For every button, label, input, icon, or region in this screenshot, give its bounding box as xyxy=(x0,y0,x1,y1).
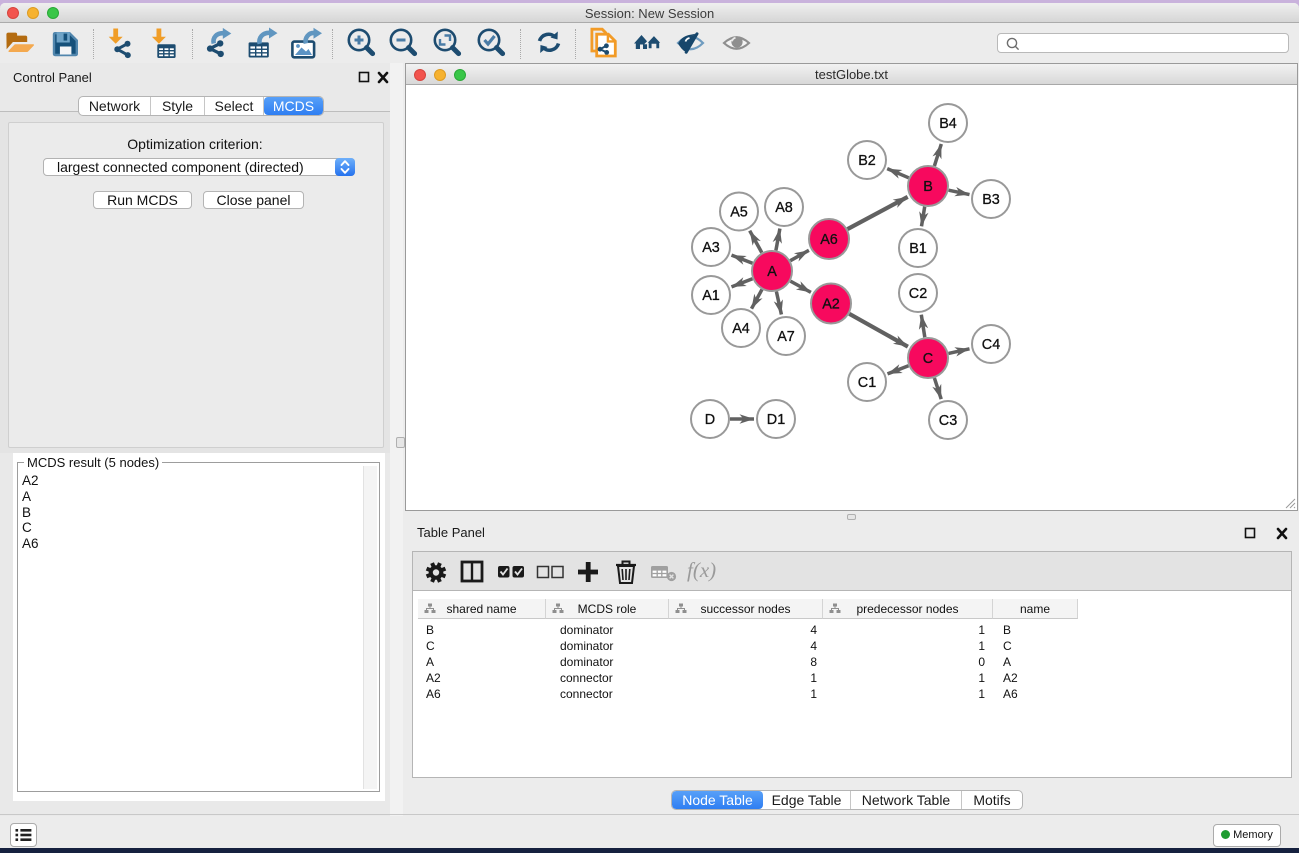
svg-text:C4: C4 xyxy=(982,337,1000,353)
svg-text:C1: C1 xyxy=(858,375,876,391)
svg-text:D: D xyxy=(705,412,715,428)
svg-text:C: C xyxy=(923,351,933,367)
svg-text:A6: A6 xyxy=(820,232,838,248)
svg-text:B4: B4 xyxy=(939,116,957,132)
svg-text:A2: A2 xyxy=(822,297,840,313)
svg-text:A5: A5 xyxy=(730,205,748,221)
svg-text:A7: A7 xyxy=(777,329,795,345)
svg-text:A8: A8 xyxy=(775,200,793,216)
svg-text:C3: C3 xyxy=(939,413,957,429)
svg-text:B2: B2 xyxy=(858,153,876,169)
svg-text:B1: B1 xyxy=(909,241,927,257)
svg-text:A4: A4 xyxy=(732,321,750,337)
svg-text:C2: C2 xyxy=(909,286,927,302)
svg-text:B3: B3 xyxy=(982,192,1000,208)
svg-text:B: B xyxy=(923,179,933,195)
svg-text:A1: A1 xyxy=(702,288,720,304)
svg-text:D1: D1 xyxy=(767,412,785,428)
svg-text:A: A xyxy=(767,264,777,280)
svg-text:A3: A3 xyxy=(702,240,720,256)
